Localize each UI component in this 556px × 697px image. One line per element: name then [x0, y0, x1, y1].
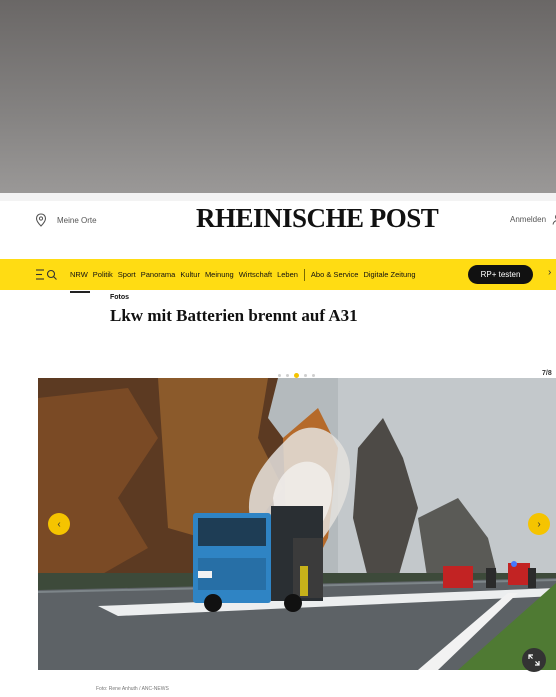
gallery-counter: 7/8 [542, 370, 552, 377]
meine-orte-label: Meine Orte [57, 215, 97, 225]
pagination-dot[interactable] [312, 374, 315, 377]
main-navigation: NRW Politik Sport Panorama Kultur Meinun… [0, 259, 556, 290]
nav-scroll-icon[interactable]: › [548, 267, 551, 278]
article-kicker: Fotos [110, 294, 130, 301]
nav-item-panorama[interactable]: Panorama [141, 270, 176, 279]
nav-item-wirtschaft[interactable]: Wirtschaft [239, 270, 272, 279]
burning-truck-photo [38, 378, 556, 670]
pagination-dot[interactable] [278, 374, 281, 377]
gallery-next-button[interactable]: › [528, 513, 550, 535]
nav-item-meinung[interactable]: Meinung [205, 270, 234, 279]
nav-links: NRW Politik Sport Panorama Kultur Meinun… [70, 259, 416, 290]
gallery-image[interactable] [38, 378, 556, 670]
nav-item-kultur[interactable]: Kultur [180, 270, 200, 279]
photo-credit: Foto: Rene Anhuth / ANC-NEWS [96, 686, 169, 692]
article-title: Lkw mit Batterien brennt auf A31 [110, 306, 358, 325]
login-label: Anmelden [510, 214, 547, 224]
nav-item-nrw[interactable]: NRW [70, 270, 88, 279]
fullscreen-button[interactable] [522, 648, 546, 672]
pagination-dot[interactable] [304, 374, 307, 377]
ad-banner [0, 0, 556, 193]
login-link[interactable]: Anmelden [510, 213, 556, 225]
nav-item-abo-service[interactable]: Abo & Service [311, 270, 359, 279]
menu-search-icon[interactable] [36, 268, 58, 281]
nav-item-digitale-zeitung[interactable]: Digitale Zeitung [363, 270, 415, 279]
pagination-dot[interactable] [286, 374, 289, 377]
chevron-left-icon: ‹ [57, 518, 61, 530]
nav-item-politik[interactable]: Politik [93, 270, 113, 279]
kicker-rule [70, 291, 90, 293]
chevron-right-icon: › [537, 518, 541, 530]
masthead: Meine Orte RHEINISCHE POST Anmelden [0, 201, 556, 253]
gallery-prev-button[interactable]: ‹ [48, 513, 70, 535]
expand-icon [528, 654, 540, 666]
ad-divider [0, 193, 556, 201]
nav-divider [303, 268, 305, 281]
location-pin-icon [35, 213, 47, 227]
meine-orte-link[interactable]: Meine Orte [35, 213, 97, 227]
site-logo[interactable]: RHEINISCHE POST [196, 203, 439, 234]
nav-item-leben[interactable]: Leben [277, 270, 298, 279]
user-icon [552, 214, 556, 225]
nav-item-sport[interactable]: Sport [118, 270, 136, 279]
rp-plus-trial-button[interactable]: RP+ testen [468, 265, 533, 284]
